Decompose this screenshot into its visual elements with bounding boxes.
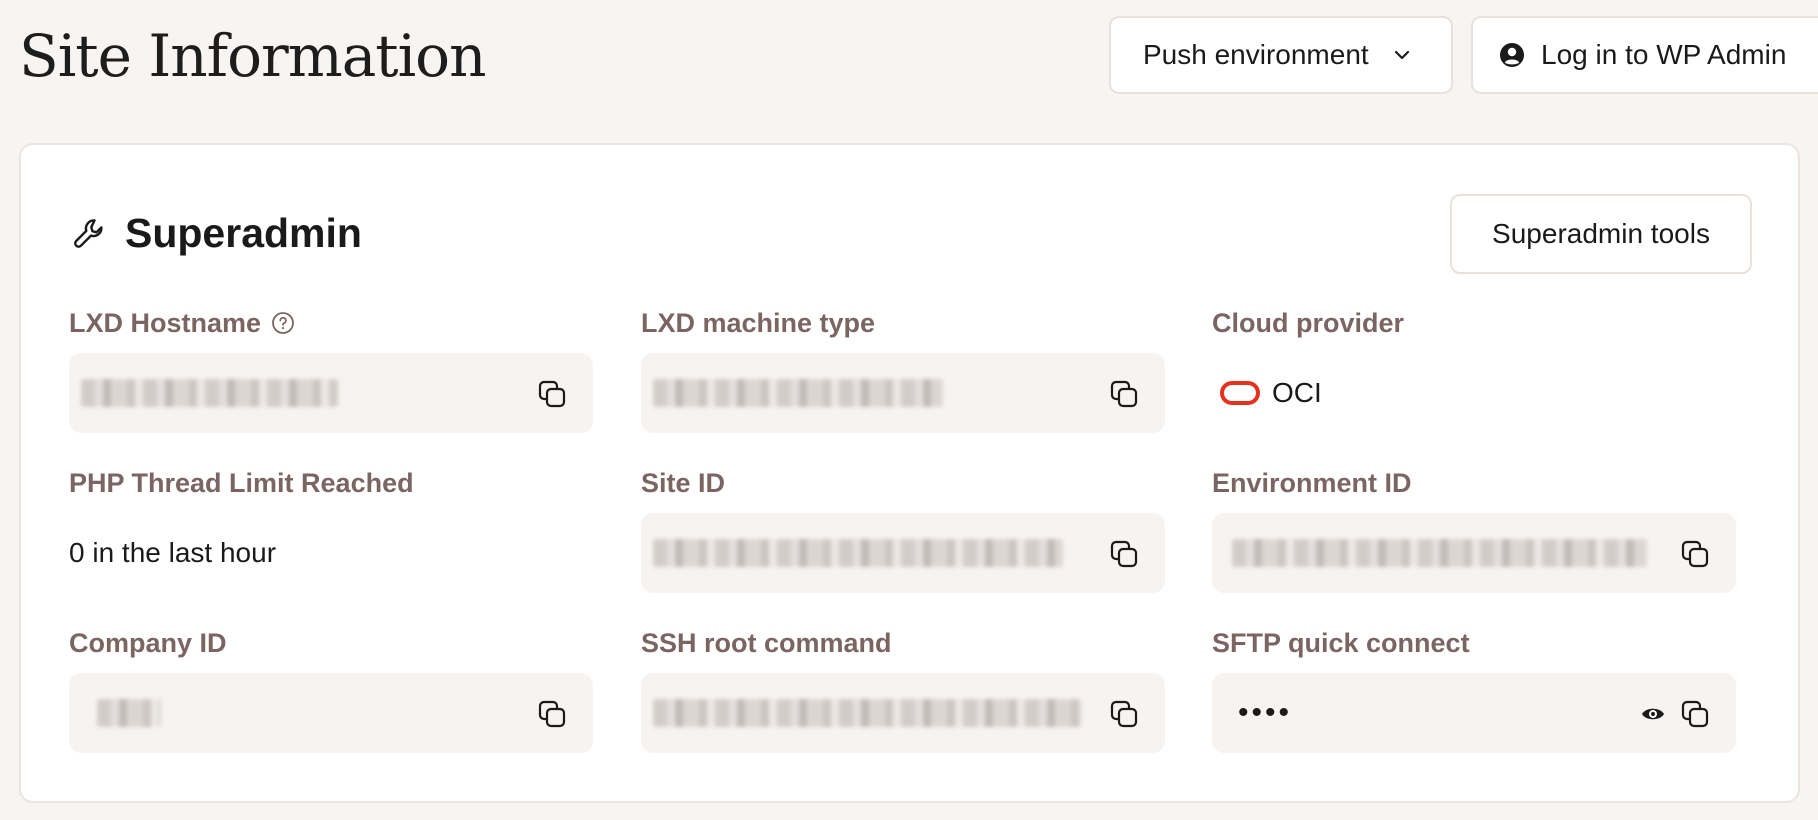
oci-logo-icon [1220,381,1260,405]
php-thread-label: PHP Thread Limit Reached [69,467,414,498]
help-circle-icon[interactable] [271,311,295,335]
field-label: LXD Hostname [69,305,593,341]
copy-icon[interactable] [1109,379,1139,409]
environment-id-value[interactable] [1212,513,1736,593]
redacted-value [653,539,1063,567]
copy-icon[interactable] [537,379,567,409]
cloud-provider-value: OCI [1212,353,1736,433]
php-thread-value: 0 in the last hour [69,537,277,568]
eye-icon[interactable] [1640,702,1666,726]
field-site-id: Site ID [641,465,1165,593]
sftp-label: SFTP quick connect [1212,627,1470,658]
redacted-value [81,379,338,407]
copy-icon[interactable] [1109,699,1139,729]
cloud-provider-text: OCI [1272,377,1322,408]
environment-id-label: Environment ID [1212,467,1412,498]
sftp-value[interactable]: •••• [1212,673,1736,753]
lxd-hostname-label: LXD Hostname [69,307,262,338]
superadmin-card: Superadmin Superadmin tools LXD Hostname [19,143,1800,803]
company-id-label: Company ID [69,627,227,658]
redacted-value [1232,539,1647,567]
ssh-root-value[interactable] [641,673,1165,753]
site-id-value[interactable] [641,513,1165,593]
field-cloud-provider: Cloud provider OCI [1212,305,1736,433]
superadmin-tools-button[interactable]: Superadmin tools [1450,194,1752,274]
lxd-hostname-value[interactable] [69,353,593,433]
copy-icon[interactable] [1680,539,1710,569]
sftp-masked-value: •••• [1238,696,1293,729]
field-company-id: Company ID [69,625,593,753]
field-lxd-hostname: LXD Hostname [69,305,593,433]
lxd-machine-type-label: LXD machine type [641,307,876,338]
copy-icon[interactable] [537,699,567,729]
section-header: Superadmin [71,210,362,257]
redacted-value [97,699,161,727]
login-wp-admin-button[interactable]: Log in to WP Admin [1471,16,1818,94]
wrench-icon [74,218,103,248]
field-php-thread-limit: PHP Thread Limit Reached 0 in the last h… [69,465,593,593]
section-title: Superadmin [125,210,362,256]
redacted-value [653,379,943,407]
field-ssh-root-command: SSH root command [641,625,1165,753]
lxd-machine-type-value[interactable] [641,353,1165,433]
page: Site Information Push environment Log in… [0,0,1818,820]
push-environment-label: Push environment [1143,39,1369,70]
copy-icon[interactable] [1680,699,1710,729]
ssh-root-label: SSH root command [641,627,892,658]
chevron-down-icon [1394,50,1409,60]
company-id-value[interactable] [69,673,593,753]
copy-icon[interactable] [1109,539,1139,569]
cloud-provider-label: Cloud provider [1212,307,1405,338]
site-id-label: Site ID [641,467,726,498]
field-lxd-machine-type: LXD machine type [641,305,1165,433]
redacted-value [653,699,1083,727]
login-wp-admin-label: Log in to WP Admin [1541,39,1787,70]
push-environment-button[interactable]: Push environment [1109,16,1453,94]
page-title: Site Information [19,22,486,90]
user-circle-icon [1500,43,1524,67]
field-sftp-quick-connect: SFTP quick connect •••• [1212,625,1736,753]
field-environment-id: Environment ID [1212,465,1736,593]
